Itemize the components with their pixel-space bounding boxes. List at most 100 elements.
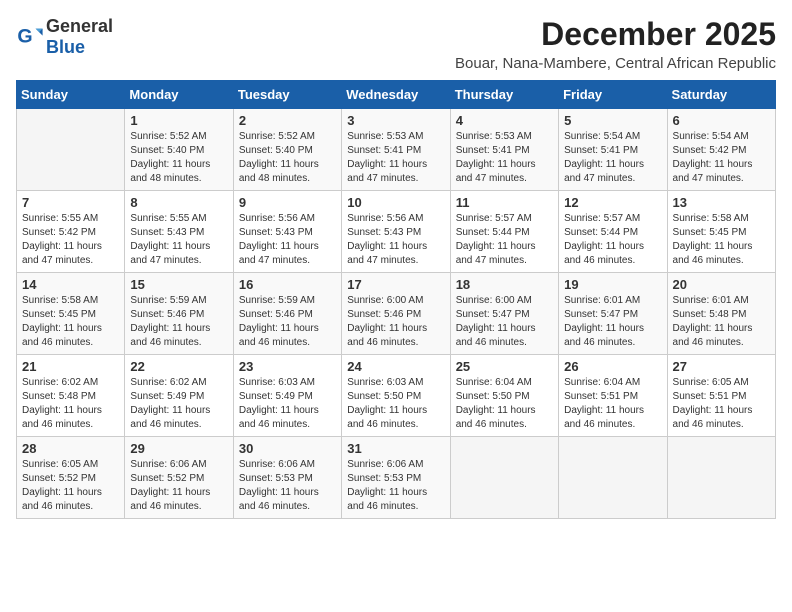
calendar-cell: 12Sunrise: 5:57 AMSunset: 5:44 PMDayligh…	[559, 191, 667, 273]
day-number: 10	[347, 195, 444, 210]
calendar-cell	[17, 109, 125, 191]
logo-icon: G	[16, 23, 44, 51]
calendar-cell	[559, 437, 667, 519]
day-info: Sunrise: 5:53 AMSunset: 5:41 PMDaylight:…	[456, 130, 553, 186]
calendar-cell: 14 Sunrise: 5:58 AMSunset: 5:45 PMDayligh…	[17, 273, 125, 355]
calendar-cell: 30Sunrise: 6:06 AMSunset: 5:53 PMDayligh…	[233, 437, 341, 519]
day-info: Sunrise: 5:54 AMSunset: 5:41 PMDaylight:…	[564, 130, 661, 186]
day-number: 24	[347, 359, 444, 374]
day-number: 23	[239, 359, 336, 374]
day-number: 6	[673, 113, 770, 128]
weekday-header-monday: Monday	[125, 81, 233, 109]
day-number: 26	[564, 359, 661, 374]
day-number: 7	[22, 195, 119, 210]
calendar-cell: 4Sunrise: 5:53 AMSunset: 5:41 PMDaylight…	[450, 109, 558, 191]
calendar-cell: 1Sunrise: 5:52 AMSunset: 5:40 PMDaylight…	[125, 109, 233, 191]
day-number: 27	[673, 359, 770, 374]
day-number: 3	[347, 113, 444, 128]
calendar-week-4: 21Sunrise: 6:02 AMSunset: 5:48 PMDayligh…	[17, 355, 776, 437]
day-number: 29	[130, 441, 227, 456]
day-number: 20	[673, 277, 770, 292]
calendar-cell: 29 Sunrise: 6:06 AMSunset: 5:52 PMDayligh…	[125, 437, 233, 519]
page-container: G General Blue December 2025 Bouar, Nana…	[16, 16, 776, 519]
weekday-header-saturday: Saturday	[667, 81, 775, 109]
calendar-cell	[667, 437, 775, 519]
day-info: Sunrise: 5:59 AMSunset: 5:46 PMDaylight:…	[239, 294, 336, 350]
day-info: Sunrise: 5:55 AMSunset: 5:42 PMDaylight:…	[22, 212, 119, 268]
day-info: Sunrise: 6:01 AMSunset: 5:47 PMDaylight:…	[564, 294, 661, 350]
day-number: 5	[564, 113, 661, 128]
calendar-cell: 16 Sunrise: 5:59 AMSunset: 5:46 PMDayligh…	[233, 273, 341, 355]
calendar-cell: 31 Sunrise: 6:06 AMSunset: 5:53 PMDayligh…	[342, 437, 450, 519]
weekday-header-sunday: Sunday	[17, 81, 125, 109]
logo: G General Blue	[16, 16, 113, 58]
main-title: December 2025	[455, 16, 776, 53]
day-info: Sunrise: 6:03 AMSunset: 5:49 PMDaylight:…	[239, 376, 336, 432]
logo-text: General Blue	[46, 16, 113, 58]
calendar-cell: 21Sunrise: 6:02 AMSunset: 5:48 PMDayligh…	[17, 355, 125, 437]
calendar-cell: 7 Sunrise: 5:55 AMSunset: 5:42 PMDaylight…	[17, 191, 125, 273]
day-info: Sunrise: 6:00 AMSunset: 5:46 PMDaylight:…	[347, 294, 444, 350]
day-number: 11	[456, 195, 553, 210]
logo-blue: Blue	[46, 37, 85, 57]
day-number: 28	[22, 441, 119, 456]
day-number: 16	[239, 277, 336, 292]
calendar-cell: 20 Sunrise: 6:01 AMSunset: 5:48 PMDayligh…	[667, 273, 775, 355]
calendar-cell: 26 Sunrise: 6:04 AMSunset: 5:51 PMDayligh…	[559, 355, 667, 437]
day-info: Sunrise: 5:57 AMSunset: 5:44 PMDaylight:…	[564, 212, 661, 268]
calendar-table: SundayMondayTuesdayWednesdayThursdayFrid…	[16, 80, 776, 519]
calendar-cell: 5 Sunrise: 5:54 AMSunset: 5:41 PMDaylight…	[559, 109, 667, 191]
day-number: 21	[22, 359, 119, 374]
day-number: 9	[239, 195, 336, 210]
day-number: 14	[22, 277, 119, 292]
calendar-cell: 3Sunrise: 5:53 AMSunset: 5:41 PMDaylight…	[342, 109, 450, 191]
day-info: Sunrise: 5:56 AMSunset: 5:43 PMDaylight:…	[239, 212, 336, 268]
day-info: Sunrise: 5:58 AMSunset: 5:45 PMDaylight:…	[673, 212, 770, 268]
day-info: Sunrise: 6:03 AMSunset: 5:50 PMDaylight:…	[347, 376, 444, 432]
calendar-cell: 6 Sunrise: 5:54 AMSunset: 5:42 PMDaylight…	[667, 109, 775, 191]
day-info: Sunrise: 6:04 AMSunset: 5:50 PMDaylight:…	[456, 376, 553, 432]
calendar-cell: 9 Sunrise: 5:56 AMSunset: 5:43 PMDaylight…	[233, 191, 341, 273]
calendar-cell: 27 Sunrise: 6:05 AMSunset: 5:51 PMDayligh…	[667, 355, 775, 437]
calendar-week-1: 1Sunrise: 5:52 AMSunset: 5:40 PMDaylight…	[17, 109, 776, 191]
day-number: 25	[456, 359, 553, 374]
weekday-header-wednesday: Wednesday	[342, 81, 450, 109]
calendar-cell: 23 Sunrise: 6:03 AMSunset: 5:49 PMDayligh…	[233, 355, 341, 437]
calendar-cell: 2 Sunrise: 5:52 AMSunset: 5:40 PMDaylight…	[233, 109, 341, 191]
day-info: Sunrise: 6:06 AMSunset: 5:53 PMDaylight:…	[347, 458, 444, 514]
weekday-header-friday: Friday	[559, 81, 667, 109]
day-info: Sunrise: 6:06 AMSunset: 5:52 PMDaylight:…	[130, 458, 227, 514]
calendar-cell	[450, 437, 558, 519]
calendar-cell: 18 Sunrise: 6:00 AMSunset: 5:47 PMDayligh…	[450, 273, 558, 355]
calendar-cell: 28 Sunrise: 6:05 AMSunset: 5:52 PMDayligh…	[17, 437, 125, 519]
subtitle: Bouar, Nana-Mambere, Central African Rep…	[455, 55, 776, 72]
day-info: Sunrise: 6:05 AMSunset: 5:52 PMDaylight:…	[22, 458, 119, 514]
day-info: Sunrise: 5:57 AMSunset: 5:44 PMDaylight:…	[456, 212, 553, 268]
calendar-cell: 19Sunrise: 6:01 AMSunset: 5:47 PMDayligh…	[559, 273, 667, 355]
day-info: Sunrise: 5:52 AMSunset: 5:40 PMDaylight:…	[239, 130, 336, 186]
day-info: Sunrise: 6:04 AMSunset: 5:51 PMDaylight:…	[564, 376, 661, 432]
day-number: 22	[130, 359, 227, 374]
day-number: 18	[456, 277, 553, 292]
day-info: Sunrise: 6:00 AMSunset: 5:47 PMDaylight:…	[456, 294, 553, 350]
calendar-cell: 8 Sunrise: 5:55 AMSunset: 5:43 PMDaylight…	[125, 191, 233, 273]
weekday-header-tuesday: Tuesday	[233, 81, 341, 109]
day-number: 31	[347, 441, 444, 456]
day-info: Sunrise: 6:05 AMSunset: 5:51 PMDaylight:…	[673, 376, 770, 432]
calendar-week-5: 28 Sunrise: 6:05 AMSunset: 5:52 PMDayligh…	[17, 437, 776, 519]
weekday-header-row: SundayMondayTuesdayWednesdayThursdayFrid…	[17, 81, 776, 109]
day-info: Sunrise: 5:54 AMSunset: 5:42 PMDaylight:…	[673, 130, 770, 186]
day-info: Sunrise: 5:56 AMSunset: 5:43 PMDaylight:…	[347, 212, 444, 268]
day-info: Sunrise: 5:58 AMSunset: 5:45 PMDaylight:…	[22, 294, 119, 350]
calendar-week-3: 14 Sunrise: 5:58 AMSunset: 5:45 PMDayligh…	[17, 273, 776, 355]
day-number: 2	[239, 113, 336, 128]
day-info: Sunrise: 5:55 AMSunset: 5:43 PMDaylight:…	[130, 212, 227, 268]
day-info: Sunrise: 5:59 AMSunset: 5:46 PMDaylight:…	[130, 294, 227, 350]
day-number: 8	[130, 195, 227, 210]
calendar-cell: 25 Sunrise: 6:04 AMSunset: 5:50 PMDayligh…	[450, 355, 558, 437]
calendar-cell: 17Sunrise: 6:00 AMSunset: 5:46 PMDayligh…	[342, 273, 450, 355]
calendar-cell: 11 Sunrise: 5:57 AMSunset: 5:44 PMDayligh…	[450, 191, 558, 273]
logo-general: General	[46, 16, 113, 36]
calendar-cell: 10 Sunrise: 5:56 AMSunset: 5:43 PMDayligh…	[342, 191, 450, 273]
day-info: Sunrise: 6:01 AMSunset: 5:48 PMDaylight:…	[673, 294, 770, 350]
